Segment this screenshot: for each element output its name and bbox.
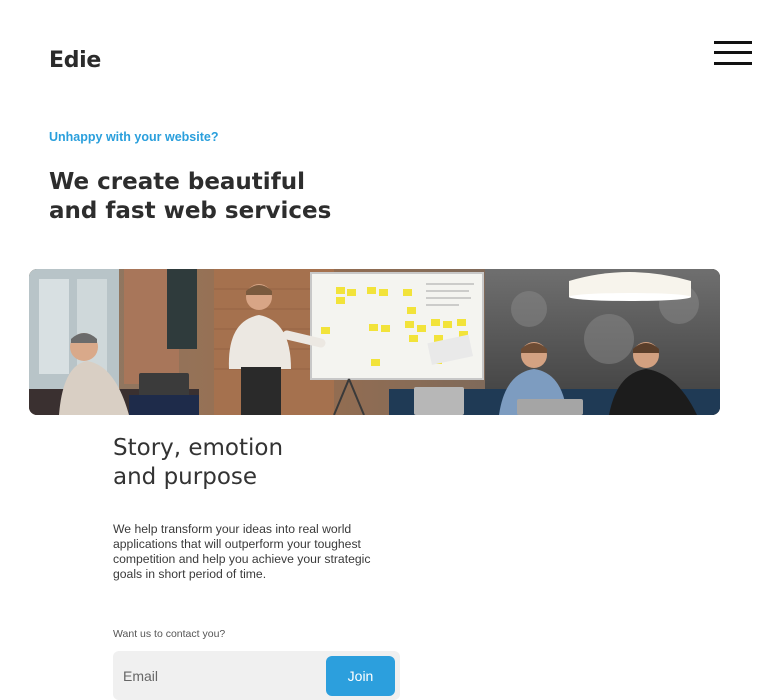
- hero-title-line-2: and fast web services: [49, 198, 332, 224]
- menu-line: [714, 41, 752, 44]
- team-meeting-photo: [29, 269, 720, 415]
- signup-form: Join: [113, 651, 400, 700]
- hamburger-menu-icon[interactable]: [714, 40, 752, 66]
- hero-title-line-1: We create beautiful: [49, 169, 305, 195]
- menu-line: [714, 51, 752, 54]
- story-title: Story, emotion and purpose: [113, 434, 283, 492]
- join-button[interactable]: Join: [326, 656, 395, 696]
- logo[interactable]: Edie: [49, 48, 101, 73]
- story-description: We help transform your ideas into real w…: [113, 522, 371, 581]
- story-title-line-2: and purpose: [113, 464, 258, 490]
- contact-label: Want us to contact you?: [113, 628, 226, 640]
- menu-line: [714, 62, 752, 65]
- email-input[interactable]: [113, 651, 313, 700]
- hero-eyebrow: Unhappy with your website?: [49, 130, 219, 144]
- hero-title: We create beautiful and fast web service…: [49, 168, 369, 226]
- landing-page: Edie Unhappy with your website? We creat…: [0, 0, 766, 700]
- story-title-line-1: Story, emotion: [113, 435, 284, 461]
